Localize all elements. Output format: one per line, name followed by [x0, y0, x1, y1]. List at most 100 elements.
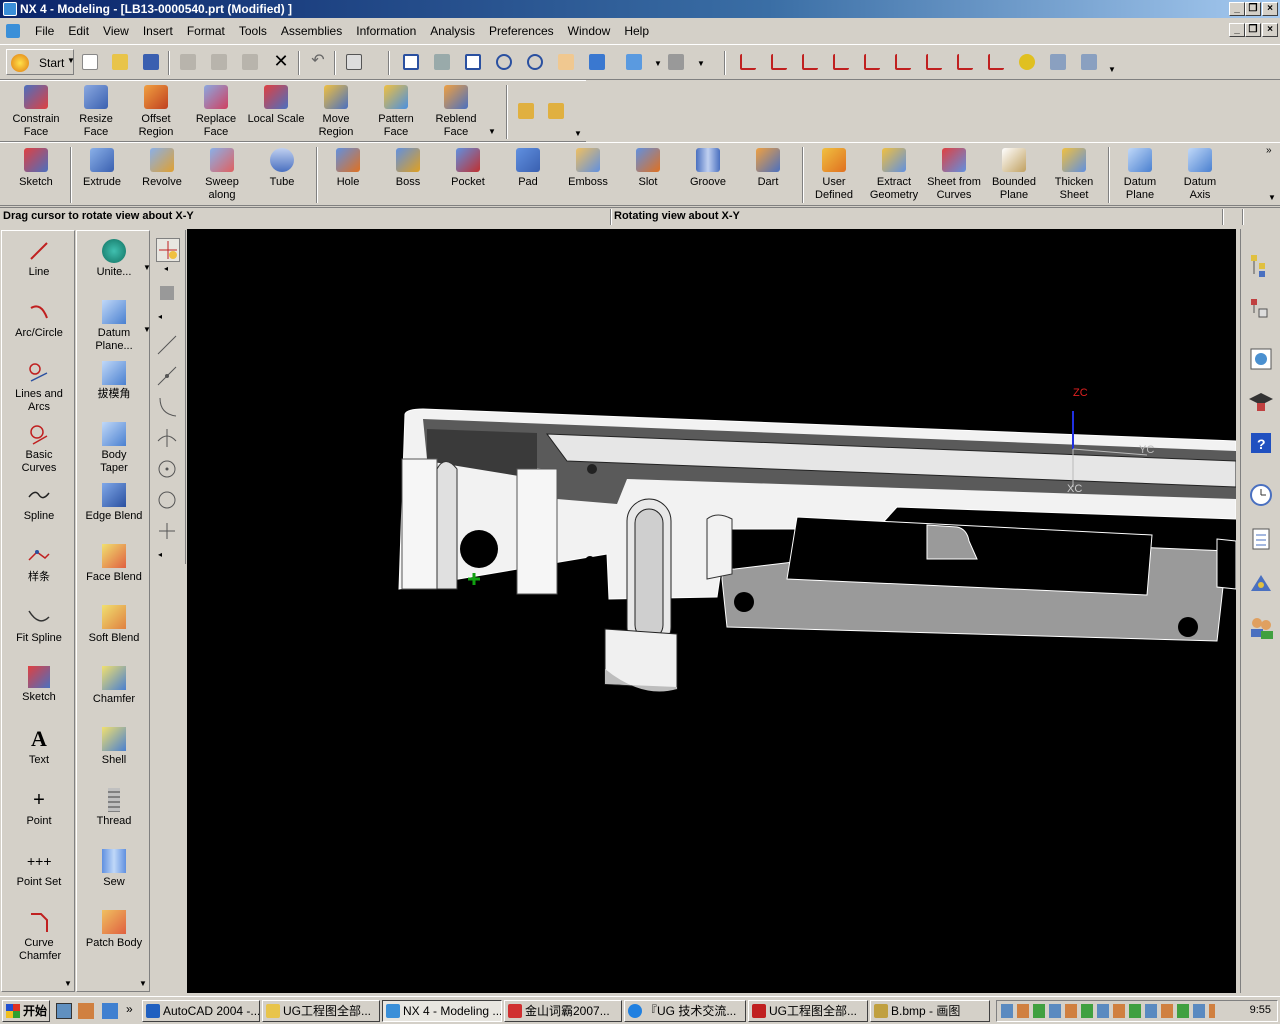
undo-button[interactable]: ↶	[306, 50, 330, 74]
zoom-in-out-button[interactable]	[492, 50, 516, 74]
snap-control-point-button[interactable]	[156, 396, 180, 420]
new-file-button[interactable]	[78, 50, 102, 74]
minimize-button[interactable]: _	[1229, 2, 1245, 16]
system-materials-tab[interactable]	[1247, 525, 1275, 553]
wcs-save-button[interactable]	[984, 50, 1008, 74]
user-defined-button[interactable]: User Defined	[804, 148, 864, 202]
menu-help[interactable]: Help	[617, 24, 656, 38]
copy-button[interactable]	[207, 50, 231, 74]
menu-preferences[interactable]: Preferences	[482, 24, 561, 38]
tube-button[interactable]: Tube	[252, 148, 312, 189]
boss-button[interactable]: Boss	[378, 148, 438, 189]
line-tool[interactable]: Line	[2, 239, 76, 279]
chevron-down-icon[interactable]: ▼	[64, 979, 72, 988]
sketch-tool[interactable]: Sketch	[2, 666, 76, 704]
sweep-along-button[interactable]: Sweep along	[192, 148, 252, 202]
pocket-button[interactable]: Pocket	[438, 148, 498, 189]
chevron-down-icon[interactable]: ▼	[143, 263, 151, 272]
close-button[interactable]: ×	[1262, 2, 1278, 16]
snap-point-button[interactable]	[156, 520, 180, 544]
move-region-button[interactable]: Move Region	[306, 85, 366, 139]
extract-geometry-button[interactable]: Extract Geometry	[864, 148, 924, 202]
sheet-from-curves-button[interactable]: Sheet from Curves	[924, 148, 984, 202]
chevron-left-icon[interactable]: ◂	[164, 264, 168, 273]
measure-angle-button[interactable]	[544, 99, 568, 123]
doc-close-button[interactable]: ×	[1262, 23, 1278, 37]
chevron-down-icon[interactable]: ▼	[488, 127, 496, 136]
wcs-orient-button[interactable]	[829, 50, 853, 74]
select-button[interactable]	[156, 238, 180, 262]
shell-tool[interactable]: Shell	[77, 727, 151, 767]
restore-button[interactable]: ❐	[1245, 2, 1261, 16]
local-scale-button[interactable]: Local Scale	[246, 85, 306, 126]
show-desktop-icon[interactable]	[56, 1003, 72, 1019]
cut-button[interactable]	[176, 50, 200, 74]
fit-view-button[interactable]	[399, 50, 423, 74]
datum-axis-button[interactable]: Datum Axis	[1170, 148, 1230, 202]
start-button[interactable]: 开始	[2, 1000, 50, 1022]
arc-circle-tool[interactable]: Arc/Circle	[2, 300, 76, 340]
graphics-viewport[interactable]: ZC XC YC	[187, 229, 1236, 993]
document-icon[interactable]	[6, 24, 20, 38]
shaded-view-button[interactable]	[585, 50, 609, 74]
pan-button[interactable]	[554, 50, 578, 74]
wcs-xc-direction-button[interactable]	[922, 50, 946, 74]
open-file-button[interactable]	[108, 50, 132, 74]
task-nx[interactable]: NX 4 - Modeling ...	[382, 1000, 502, 1022]
start-menu-button[interactable]: Start ▼	[6, 49, 75, 75]
nx-app-icon[interactable]	[3, 2, 17, 16]
wcs-change-xc-button[interactable]	[860, 50, 884, 74]
menu-analysis[interactable]: Analysis	[423, 24, 482, 38]
chevron-down-icon[interactable]: ▼	[1108, 65, 1116, 74]
spline-tool[interactable]: Spline	[2, 483, 76, 523]
reblend-face-button[interactable]: Reblend Face	[426, 85, 486, 139]
history-palette-tab[interactable]	[1247, 345, 1275, 373]
datum-plane-tool[interactable]: Datum Plane...	[77, 300, 151, 353]
paste-button[interactable]	[238, 50, 262, 74]
doc-minimize-button[interactable]: _	[1229, 23, 1245, 37]
face-blend-tool[interactable]: Face Blend	[77, 544, 151, 584]
rotate-button[interactable]	[523, 50, 547, 74]
chevron-down-icon[interactable]: ▼	[139, 979, 147, 988]
studio-spline-tool[interactable]: 样条	[2, 544, 76, 584]
datum-plane-button[interactable]: Datum Plane	[1110, 148, 1170, 202]
tray-icons[interactable]	[1001, 1004, 1215, 1018]
chamfer-tool[interactable]: Chamfer	[77, 666, 151, 706]
chevron-down-icon[interactable]: ▼	[143, 325, 151, 334]
quicklaunch-icon[interactable]	[78, 1003, 94, 1019]
task-pdf[interactable]: UG工程图全部...	[748, 1000, 868, 1022]
extrude-button[interactable]: Extrude	[72, 148, 132, 189]
menu-assemblies[interactable]: Assemblies	[274, 24, 349, 38]
zoom-box-button[interactable]	[430, 50, 454, 74]
chevron-down-icon[interactable]: ▼	[697, 59, 705, 68]
task-browser[interactable]: 『UG 技术交流...	[624, 1000, 746, 1022]
tool-button-a[interactable]	[1046, 50, 1070, 74]
pad-button[interactable]: Pad	[498, 148, 558, 189]
draft-tool[interactable]: 拔模角	[77, 361, 151, 401]
wcs-absolute-button[interactable]	[891, 50, 915, 74]
chevron-right-icon[interactable]: »	[1266, 145, 1272, 156]
hole-button[interactable]: Hole	[318, 148, 378, 189]
menu-format[interactable]: Format	[180, 24, 232, 38]
menu-edit[interactable]: Edit	[61, 24, 96, 38]
roles-tab[interactable]	[1247, 613, 1275, 641]
constrain-face-button[interactable]: Constrain Face	[6, 85, 66, 139]
chevron-right-icon[interactable]: »	[126, 1002, 133, 1016]
render-style-button[interactable]	[622, 50, 646, 74]
chevron-left-icon[interactable]: ◂	[158, 550, 162, 559]
wcs-rotate-button[interactable]	[798, 50, 822, 74]
sketch-button[interactable]: Sketch	[6, 148, 66, 189]
basic-curves-tool[interactable]: Basic Curves	[2, 422, 76, 475]
point-set-tool[interactable]: +++ Point Set	[2, 849, 76, 889]
doc-restore-button[interactable]: ❐	[1245, 23, 1261, 37]
snap-arc-center-button[interactable]	[156, 458, 180, 482]
curve-chamfer-tool[interactable]: Curve Chamfer	[2, 910, 76, 963]
snap-midpoint-button[interactable]	[156, 365, 180, 389]
edge-blend-tool[interactable]: Edge Blend	[77, 483, 151, 523]
menu-tools[interactable]: Tools	[232, 24, 274, 38]
wcs-origin-button[interactable]	[767, 50, 791, 74]
fit-spline-tool[interactable]: Fit Spline	[2, 605, 76, 645]
chevron-down-icon[interactable]: ▼	[654, 59, 662, 68]
chevron-down-icon[interactable]: ▼	[1268, 193, 1276, 202]
wcs-dynamics-button[interactable]	[736, 50, 760, 74]
